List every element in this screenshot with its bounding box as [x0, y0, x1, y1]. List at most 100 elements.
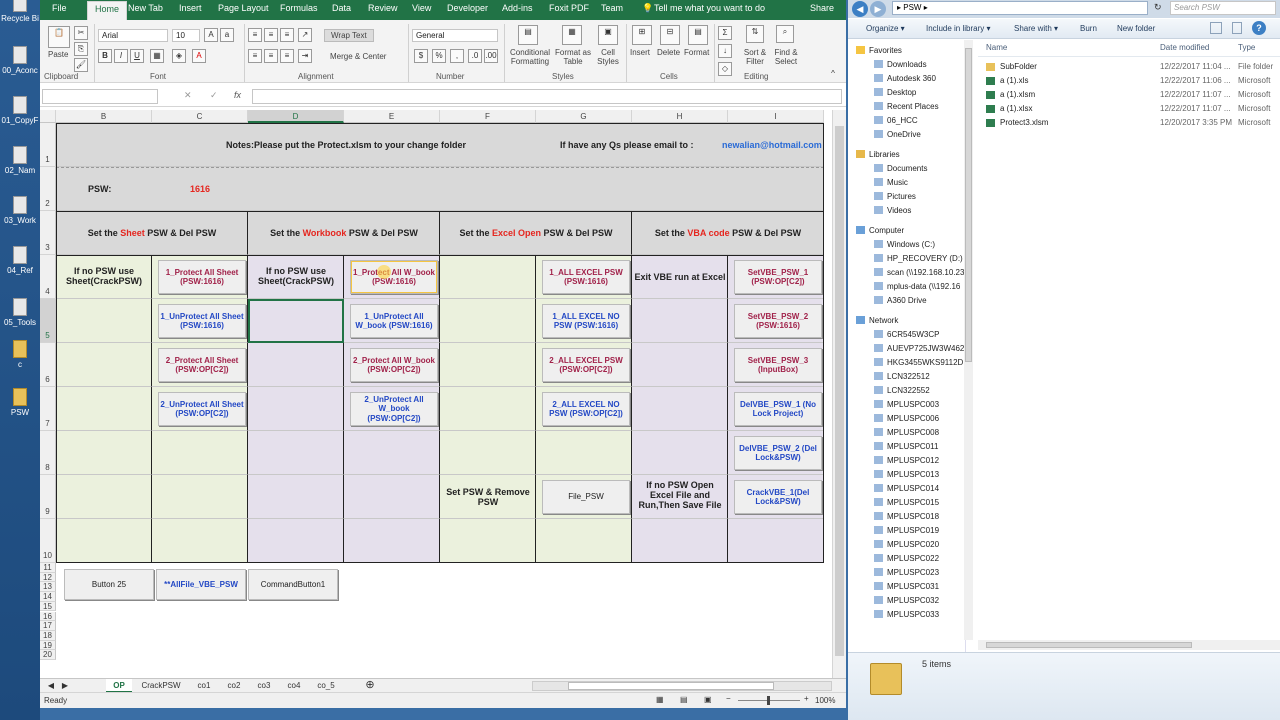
- files-horizontal-scrollbar[interactable]: [978, 640, 1280, 650]
- currency-icon[interactable]: $: [414, 49, 428, 63]
- nav-item-mpluspc013[interactable]: MPLUSPC013: [874, 470, 939, 479]
- row-header-12[interactable]: 12: [40, 572, 56, 583]
- macro-button[interactable]: 1_ALL EXCEL NO PSW (PSW:1616): [542, 304, 630, 338]
- macro-button[interactable]: 1_UnProtect All W_book (PSW:1616): [350, 304, 438, 338]
- merge-center-button[interactable]: Merge & Center: [324, 51, 392, 62]
- nav-item-recent-places[interactable]: Recent Places: [874, 102, 939, 111]
- macro-button[interactable]: SetVBE_PSW_1 (PSW:OP[C2]): [734, 260, 822, 294]
- toolbar-burn[interactable]: Burn: [1080, 24, 1097, 33]
- wrap-text-button[interactable]: Wrap Text: [324, 29, 374, 42]
- grow-font-icon[interactable]: A: [204, 28, 218, 42]
- file-row[interactable]: a (1).xlsx 12/22/2017 11:07 ... Microsoft: [978, 104, 1280, 117]
- nav-scrollbar[interactable]: [964, 40, 973, 640]
- paste-icon[interactable]: 📋: [48, 26, 70, 48]
- name-box[interactable]: [42, 89, 158, 104]
- toolbar-share-with[interactable]: Share with ▾: [1014, 24, 1058, 33]
- underline-icon[interactable]: U: [130, 49, 144, 63]
- sheet-tab[interactable]: co3: [252, 679, 276, 693]
- row-header-10[interactable]: 10: [40, 519, 56, 563]
- zoom-level[interactable]: 100%: [815, 696, 835, 705]
- form-button[interactable]: **AllFile_VBE_PSW: [156, 569, 246, 600]
- nav-item-6cr545w3cp[interactable]: 6CR545W3CP: [874, 330, 939, 339]
- paste-label[interactable]: Paste: [48, 50, 68, 59]
- row-header-11[interactable]: 11: [40, 563, 56, 573]
- column-header-date-modified[interactable]: Date modified: [1160, 43, 1209, 52]
- format-as-table-icon[interactable]: ▦: [562, 25, 582, 45]
- ribbon-tab-developer[interactable]: Developer: [447, 3, 488, 13]
- cell-styles-button[interactable]: Cell Styles: [593, 48, 623, 66]
- italic-icon[interactable]: I: [114, 49, 128, 63]
- tab-scroll-left-icon[interactable]: ◀: [46, 679, 56, 693]
- toolbar-include-in-library[interactable]: Include in library ▾: [926, 24, 991, 33]
- sort-filter-button[interactable]: Sort & Filter: [740, 48, 770, 66]
- row-header-2[interactable]: 2: [40, 167, 56, 211]
- nav-item-hp-recovery-d[interactable]: HP_RECOVERY (D:): [874, 254, 963, 263]
- nav-item-mpluspc003[interactable]: MPLUSPC003: [874, 400, 939, 409]
- nav-item-mplus-data-192-16[interactable]: mplus-data (\\192.16: [874, 282, 960, 291]
- macro-button[interactable]: 2_Protect All W_book (PSW:OP[C2]): [350, 348, 438, 382]
- desktop-icon[interactable]: 02_Nam: [0, 146, 40, 175]
- column-header-i[interactable]: I: [728, 110, 824, 123]
- conditional-formatting-button[interactable]: Conditional Formatting: [508, 48, 552, 66]
- macro-button[interactable]: File_PSW: [542, 480, 630, 514]
- nav-item-mpluspc033[interactable]: MPLUSPC033: [874, 610, 939, 619]
- find-select-icon[interactable]: ⌕: [776, 25, 794, 43]
- nav-item-music[interactable]: Music: [874, 178, 908, 187]
- column-header-b[interactable]: B: [56, 110, 152, 123]
- vertical-scrollbar[interactable]: [832, 110, 846, 678]
- enter-icon[interactable]: ✓: [210, 90, 218, 101]
- copy-icon[interactable]: ⎘: [74, 42, 88, 56]
- indent-icon[interactable]: ⇥: [298, 49, 312, 63]
- cell-styles-icon[interactable]: ▣: [598, 25, 618, 45]
- select-all-corner[interactable]: [40, 110, 56, 123]
- email-link[interactable]: newalian@hotmail.com: [722, 140, 822, 150]
- desktop-icon[interactable]: 03_Work: [0, 196, 40, 225]
- ribbon-tab-team[interactable]: Team: [601, 3, 623, 13]
- nav-item-mpluspc012[interactable]: MPLUSPC012: [874, 456, 939, 465]
- align-right-icon[interactable]: ≡: [280, 49, 294, 63]
- nav-item-lcn322552[interactable]: LCN322552: [874, 386, 930, 395]
- row-header-6[interactable]: 6: [40, 343, 56, 387]
- font-size-select[interactable]: 10: [172, 29, 200, 42]
- column-header-g[interactable]: G: [536, 110, 632, 123]
- row-header-18[interactable]: 18: [40, 630, 56, 641]
- fill-color-icon[interactable]: ◈: [172, 49, 186, 63]
- row-header-3[interactable]: 3: [40, 211, 56, 255]
- page-layout-view-icon[interactable]: ▤: [680, 695, 688, 704]
- add-sheet-icon[interactable]: ⊕: [362, 679, 378, 693]
- ribbon-tab-insert[interactable]: Insert: [179, 3, 202, 13]
- sheet-tab[interactable]: CrackPSW: [136, 679, 186, 693]
- refresh-icon[interactable]: ↻: [1154, 2, 1162, 13]
- column-header-name[interactable]: Name: [986, 43, 1007, 52]
- nav-item-mpluspc031[interactable]: MPLUSPC031: [874, 582, 939, 591]
- cut-icon[interactable]: ✂: [74, 26, 88, 40]
- desktop-icon[interactable]: 04_Ref: [0, 246, 40, 275]
- zoom-out-icon[interactable]: −: [726, 694, 731, 703]
- nav-item-hkg3455wks9112d[interactable]: HKG3455WKS9112D: [874, 358, 963, 367]
- nav-item-mpluspc022[interactable]: MPLUSPC022: [874, 554, 939, 563]
- bottom-align-icon[interactable]: ≡: [280, 28, 294, 42]
- shrink-font-icon[interactable]: a: [220, 28, 234, 42]
- row-header-4[interactable]: 4: [40, 255, 56, 299]
- zoom-in-icon[interactable]: +: [804, 694, 809, 703]
- macro-button[interactable]: CrackVBE_1(Del Lock&PSW): [734, 480, 822, 514]
- view-options-icon[interactable]: [1210, 22, 1222, 34]
- row-header-17[interactable]: 17: [40, 621, 56, 631]
- align-left-icon[interactable]: ≡: [248, 49, 262, 63]
- nav-item-mpluspc014[interactable]: MPLUSPC014: [874, 484, 939, 493]
- desktop-icon[interactable]: 00_Aconc: [0, 46, 40, 75]
- macro-button[interactable]: 2_UnProtect All Sheet (PSW:OP[C2]): [158, 392, 246, 426]
- row-header-16[interactable]: 16: [40, 611, 56, 622]
- macro-button[interactable]: DelVBE_PSW_2 (Del Lock&PSW): [734, 436, 822, 470]
- address-path[interactable]: ▸ PSW ▸: [892, 1, 1148, 15]
- row-header-9[interactable]: 9: [40, 475, 56, 519]
- fill-icon[interactable]: ↓: [718, 44, 732, 58]
- nav-item-mpluspc018[interactable]: MPLUSPC018: [874, 512, 939, 521]
- ribbon-tab-formulas[interactable]: Formulas: [280, 3, 318, 13]
- format-cells-icon[interactable]: ▤: [688, 25, 708, 45]
- delete-cells-button[interactable]: Delete: [657, 48, 680, 57]
- nav-item-scan-192-168-10-23[interactable]: scan (\\192.168.10.23: [874, 268, 964, 277]
- search-input[interactable]: Search PSW: [1170, 1, 1276, 15]
- preview-pane-icon[interactable]: [1232, 22, 1242, 34]
- formula-input[interactable]: [252, 89, 842, 104]
